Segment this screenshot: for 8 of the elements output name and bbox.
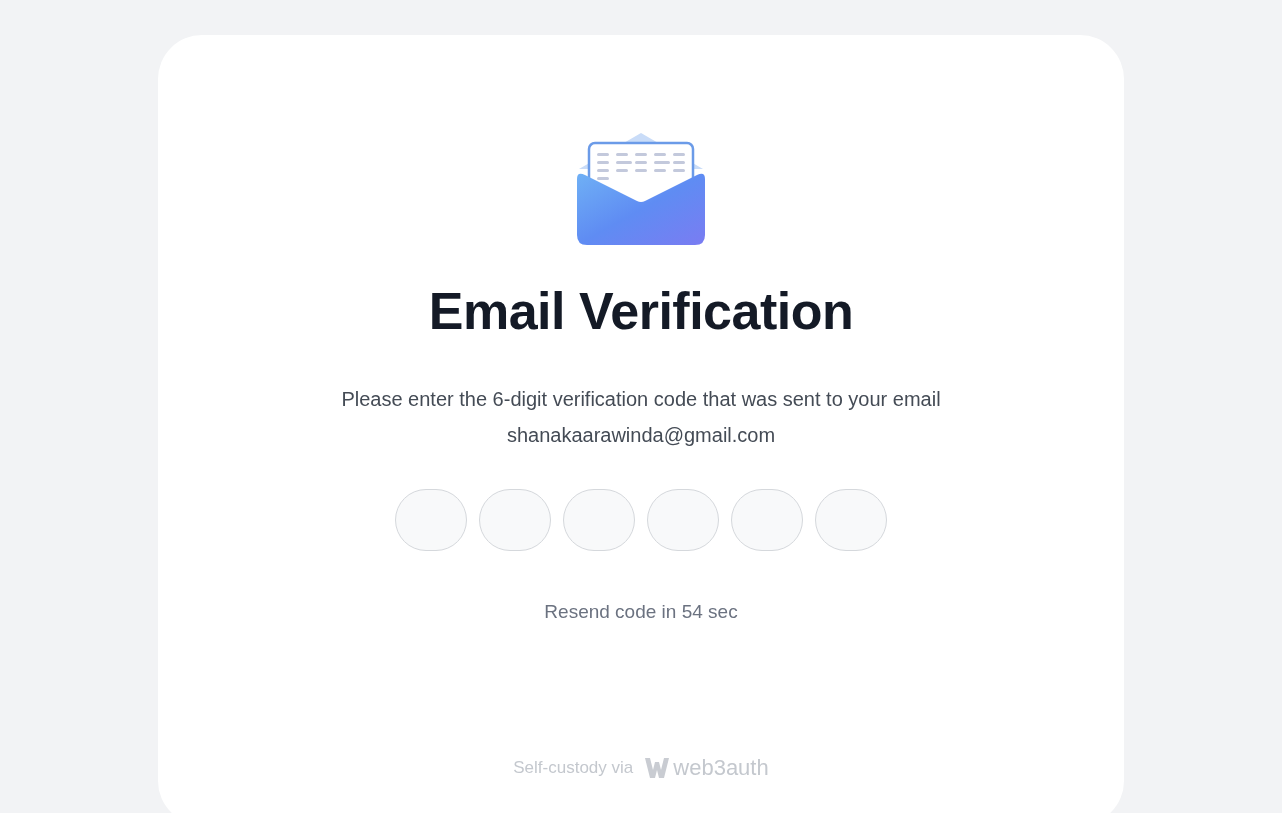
envelope-icon	[577, 131, 705, 245]
email-address: shanakaarawinda@gmail.com	[506, 423, 776, 448]
footer-text: Self-custody via	[513, 758, 634, 778]
brand-name: web3auth	[673, 755, 769, 781]
page-title: Email Verification	[428, 281, 854, 341]
instruction-text: Please enter the 6-digit verification code that was sent to your email	[341, 387, 941, 412]
logo-icon	[645, 758, 670, 778]
resend-countdown: Resend code in 54 sec	[544, 601, 738, 623]
